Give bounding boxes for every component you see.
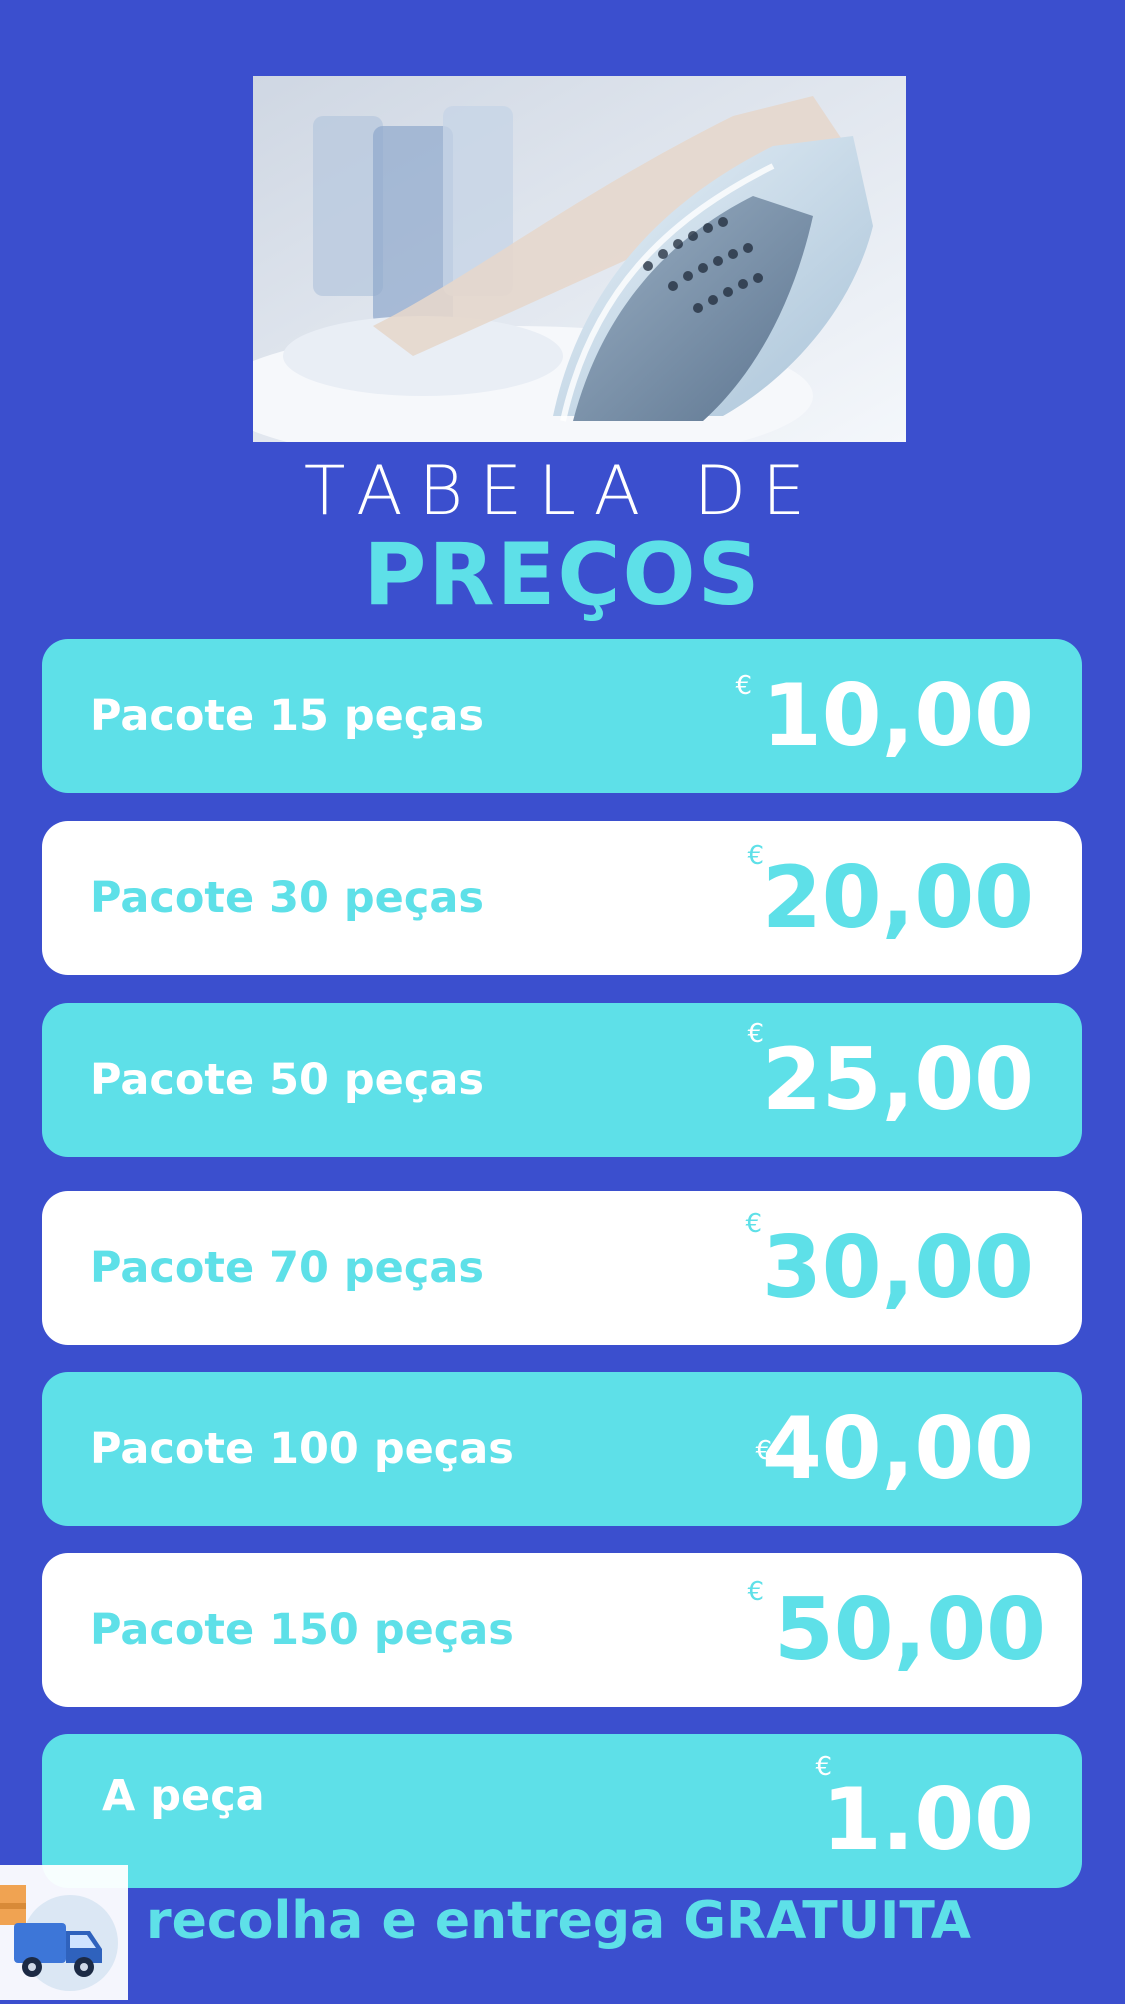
price-amount: 30,00 — [761, 1218, 1034, 1318]
price-row-label: Pacote 50 peças — [90, 1055, 484, 1105]
price-amount: 20,00 — [761, 848, 1034, 948]
hero-iron-image — [253, 76, 906, 442]
price-row-label: Pacote 15 peças — [90, 691, 484, 741]
price-amount: 1.00 — [821, 1770, 1034, 1871]
price-row-label: Pacote 100 peças — [90, 1424, 514, 1474]
currency-symbol: € — [745, 1209, 762, 1239]
title-line-1: TABELA DE — [303, 452, 822, 531]
price-row-50: Pacote 50 peças € 25,00 — [42, 1003, 1082, 1157]
currency-symbol: € — [735, 671, 752, 701]
delivery-van-icon — [0, 1865, 128, 2000]
currency-symbol: € — [747, 1577, 764, 1607]
price-amount: 40,00 — [761, 1399, 1034, 1499]
price-row-15: Pacote 15 peças € 10,00 — [42, 639, 1082, 793]
price-row-70: Pacote 70 peças € 30,00 — [42, 1191, 1082, 1345]
price-row-label: A peça — [102, 1770, 265, 1821]
footer-free-delivery-text: recolha e entrega GRATUITA — [146, 1891, 971, 1951]
price-row-single-piece: A peça € 1.00 — [42, 1734, 1082, 1888]
price-row-label: Pacote 70 peças — [90, 1243, 484, 1293]
price-row-30: Pacote 30 peças € 20,00 — [42, 821, 1082, 975]
price-row-100: Pacote 100 peças € 40,00 — [42, 1372, 1082, 1526]
price-amount: 25,00 — [761, 1030, 1034, 1130]
title-line-2: PREÇOS — [363, 525, 762, 625]
price-amount: 50,00 — [773, 1580, 1046, 1680]
price-amount: 10,00 — [761, 666, 1034, 766]
price-row-label: Pacote 150 peças — [90, 1605, 514, 1655]
price-row-label: Pacote 30 peças — [90, 873, 484, 923]
price-row-150: Pacote 150 peças € 50,00 — [42, 1553, 1082, 1707]
